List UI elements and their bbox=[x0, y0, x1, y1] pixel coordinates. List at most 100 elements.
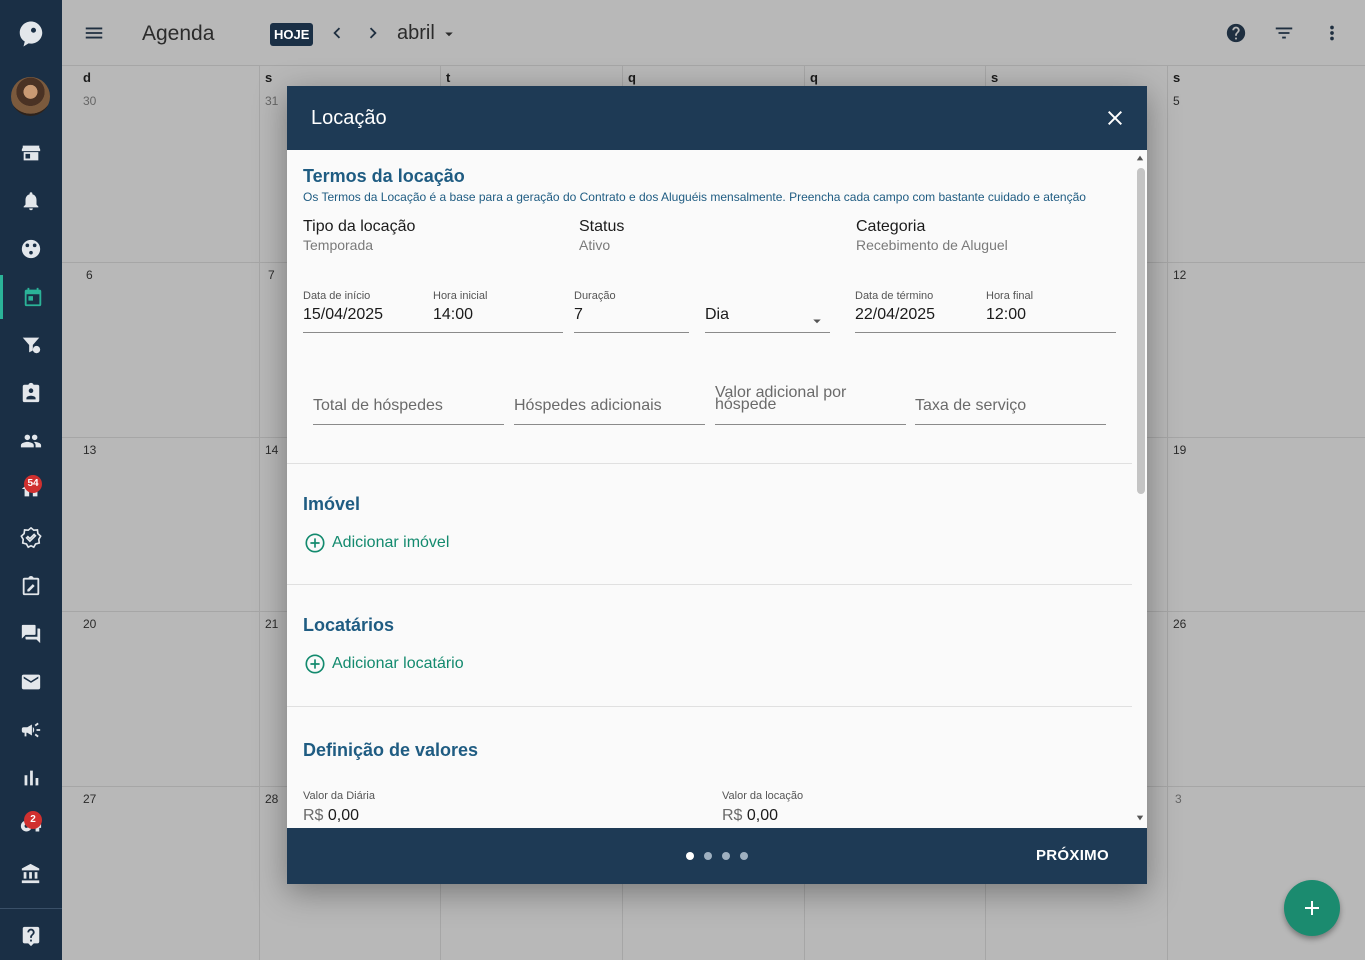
valor-locacao-field[interactable]: R$ 0,00 bbox=[722, 807, 778, 825]
day-number[interactable]: 27 bbox=[83, 792, 96, 806]
filter-money-icon[interactable] bbox=[0, 323, 62, 367]
scrollbar-thumb[interactable] bbox=[1137, 168, 1145, 494]
dialog-footer: PRÓXIMO bbox=[287, 828, 1147, 884]
grid-line bbox=[259, 66, 260, 960]
add-circle-icon bbox=[305, 533, 325, 553]
store-icon[interactable] bbox=[0, 131, 62, 175]
page-title: Agenda bbox=[142, 22, 215, 45]
day-number[interactable]: 7 bbox=[268, 268, 275, 282]
day-number[interactable]: 14 bbox=[265, 443, 278, 457]
currency-symbol: R$ bbox=[303, 807, 324, 824]
day-number[interactable]: 12 bbox=[1173, 268, 1186, 282]
valores-section-title: Definição de valores bbox=[303, 740, 479, 760]
notifications-badge: 54 bbox=[24, 475, 42, 493]
unidade-select[interactable]: Dia bbox=[705, 306, 729, 324]
weekday-header: t bbox=[446, 70, 451, 85]
taxa-servico-input[interactable]: Taxa de serviço bbox=[915, 397, 1026, 415]
weekday-header: s bbox=[991, 70, 999, 85]
bar-chart-icon[interactable] bbox=[0, 756, 62, 800]
day-number[interactable]: 30 bbox=[83, 94, 96, 108]
filter-icon[interactable] bbox=[1273, 22, 1295, 44]
support-icon[interactable] bbox=[0, 227, 62, 271]
month-selector[interactable]: abril bbox=[397, 22, 458, 45]
total-hospedes-input[interactable]: Total de hóspedes bbox=[313, 397, 443, 415]
weekday-header: q bbox=[810, 70, 818, 85]
menu-icon[interactable] bbox=[83, 22, 105, 44]
dialog-body[interactable]: Termos da locação Os Termos da Locação é… bbox=[287, 150, 1147, 828]
field-underline bbox=[313, 424, 504, 425]
keys-badge: 2 bbox=[24, 811, 42, 829]
caret-down-icon bbox=[445, 32, 454, 36]
contract-icon[interactable] bbox=[0, 564, 62, 608]
step-dot bbox=[722, 852, 730, 860]
data-inicio-label: Data de início bbox=[303, 290, 371, 302]
dialog-header: Locação bbox=[287, 86, 1147, 150]
terms-section-subtitle: Os Termos da Locação é a base para a ger… bbox=[303, 190, 1086, 204]
field-underline bbox=[514, 424, 705, 425]
section-divider bbox=[287, 706, 1132, 707]
duracao-field[interactable]: 7 bbox=[574, 306, 583, 324]
status-value: Ativo bbox=[579, 237, 611, 253]
people-icon[interactable] bbox=[0, 419, 62, 463]
chat-icon[interactable] bbox=[0, 612, 62, 656]
today-button[interactable]: HOJE bbox=[270, 23, 314, 46]
dialog-title: Locação bbox=[311, 107, 387, 129]
weekday-header: d bbox=[83, 70, 91, 85]
valor-diaria-label: Valor da Diária bbox=[303, 790, 375, 802]
valor-diaria-field[interactable]: R$ 0,00 bbox=[303, 807, 359, 825]
imovel-section-title: Imóvel bbox=[303, 494, 361, 514]
valor-adicional-input[interactable]: Valor adicional por hóspede bbox=[715, 385, 885, 413]
hora-final-field[interactable]: 12:00 bbox=[986, 306, 1026, 324]
bank-icon[interactable] bbox=[0, 852, 62, 896]
step-dot bbox=[686, 852, 694, 860]
hora-inicial-field[interactable]: 14:00 bbox=[433, 306, 473, 324]
field-underline bbox=[715, 424, 906, 425]
app-logo-icon[interactable] bbox=[0, 12, 62, 56]
more-vert-icon[interactable] bbox=[1321, 22, 1343, 44]
step-dot bbox=[704, 852, 712, 860]
chevron-left-icon[interactable] bbox=[326, 22, 348, 44]
section-divider bbox=[287, 584, 1132, 585]
chevron-right-icon[interactable] bbox=[362, 22, 384, 44]
categoria-label: Categoria bbox=[856, 218, 926, 235]
sidebar-divider bbox=[0, 908, 62, 909]
day-number[interactable]: 13 bbox=[83, 443, 96, 457]
day-number[interactable]: 20 bbox=[83, 617, 96, 631]
day-number[interactable]: 26 bbox=[1173, 617, 1186, 631]
help-icon[interactable] bbox=[0, 914, 62, 958]
clipboard-user-icon[interactable] bbox=[0, 371, 62, 415]
day-number[interactable]: 28 bbox=[265, 792, 278, 806]
scroll-up-icon[interactable] bbox=[1136, 154, 1144, 162]
caret-down-icon[interactable] bbox=[808, 312, 826, 330]
calendar-icon[interactable] bbox=[0, 275, 62, 319]
bell-icon[interactable] bbox=[0, 179, 62, 223]
add-locatario-button[interactable]: Adicionar locatário bbox=[304, 653, 464, 675]
field-underline bbox=[303, 332, 563, 333]
add-fab-button[interactable] bbox=[1284, 880, 1340, 936]
badge-check-icon[interactable] bbox=[0, 516, 62, 560]
scroll-down-icon[interactable] bbox=[1136, 814, 1144, 822]
next-button[interactable]: PRÓXIMO bbox=[1036, 847, 1109, 864]
categoria-value: Recebimento de Aluguel bbox=[856, 237, 1008, 253]
mail-icon[interactable] bbox=[0, 660, 62, 704]
hospedes-adicionais-input[interactable]: Hóspedes adicionais bbox=[514, 397, 662, 415]
add-imovel-button[interactable]: Adicionar imóvel bbox=[304, 532, 449, 554]
weekday-header: q bbox=[628, 70, 636, 85]
terms-section-title: Termos da locação bbox=[303, 166, 465, 186]
close-icon[interactable] bbox=[1103, 106, 1127, 130]
data-inicio-field[interactable]: 15/04/2025 bbox=[303, 306, 383, 324]
weekday-header: s bbox=[265, 70, 273, 85]
day-number[interactable]: 6 bbox=[86, 268, 93, 282]
day-number[interactable]: 3 bbox=[1175, 792, 1182, 806]
day-number[interactable]: 31 bbox=[265, 94, 278, 108]
user-avatar[interactable] bbox=[11, 77, 50, 116]
duracao-label: Duração bbox=[574, 290, 616, 302]
megaphone-icon[interactable] bbox=[0, 708, 62, 752]
data-termino-field[interactable]: 22/04/2025 bbox=[855, 306, 935, 324]
valor-diaria-value: 0,00 bbox=[327, 807, 360, 824]
day-number[interactable]: 19 bbox=[1173, 443, 1186, 457]
day-number[interactable]: 5 bbox=[1173, 94, 1180, 108]
help-circle-icon[interactable] bbox=[1225, 22, 1247, 44]
day-number[interactable]: 21 bbox=[265, 617, 278, 631]
hora-final-label: Hora final bbox=[986, 290, 1034, 302]
